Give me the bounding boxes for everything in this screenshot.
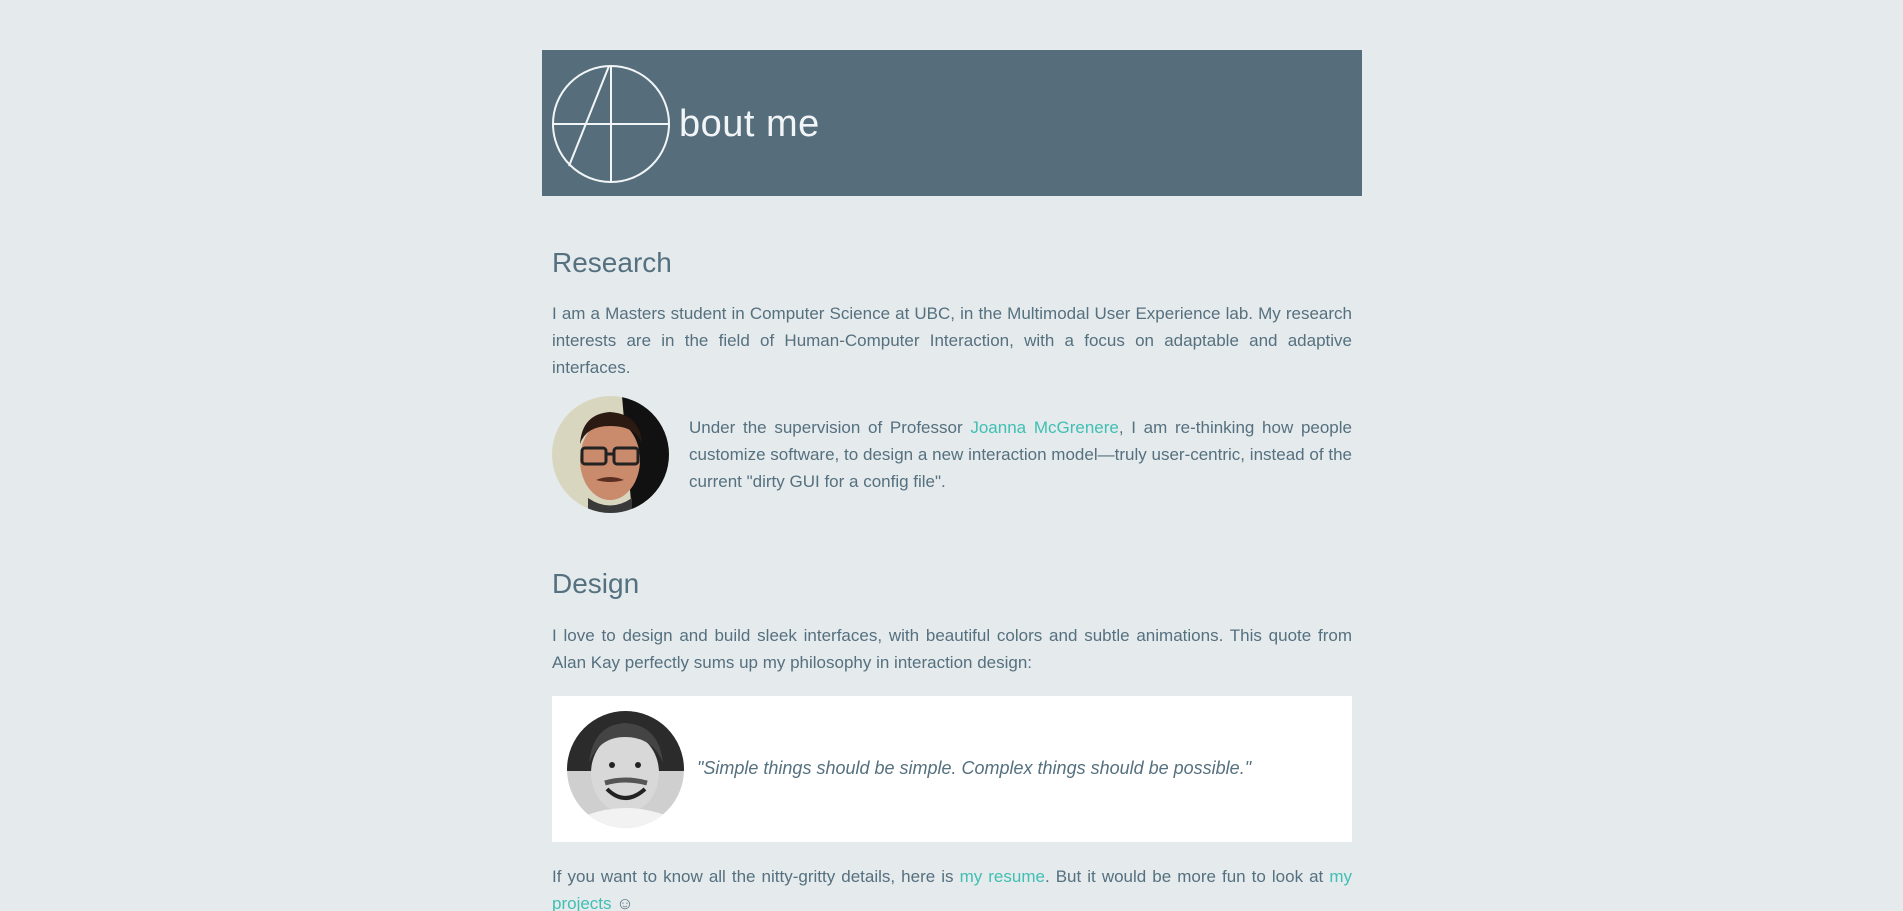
- alan-kay-avatar: [567, 711, 684, 828]
- quote-box: "Simple things should be simple. Complex…: [552, 696, 1352, 842]
- supervision-prefix: Under the supervision of Professor: [689, 418, 971, 437]
- circle-a-logo-icon: [552, 65, 670, 183]
- resume-link[interactable]: my resume: [960, 867, 1045, 886]
- page-title: bout me: [679, 103, 820, 145]
- research-heading: Research: [552, 247, 672, 278]
- design-closing: If you want to know all the nitty-gritty…: [552, 863, 1352, 911]
- closing-suffix: ☺: [611, 894, 634, 911]
- closing-middle: . But it would be more fun to look at: [1044, 867, 1330, 886]
- alan-kay-quote: "Simple things should be simple. Complex…: [697, 758, 1252, 778]
- author-avatar: [552, 396, 669, 513]
- page-header: bout me: [542, 50, 1362, 196]
- research-intro: I am a Masters student in Computer Scien…: [552, 304, 1352, 377]
- design-intro: I love to design and build sleek interfa…: [552, 626, 1352, 672]
- design-heading: Design: [552, 568, 640, 599]
- research-supervision: Under the supervision of Professor Joann…: [689, 414, 1352, 495]
- supervisor-link[interactable]: Joanna McGrenere: [970, 418, 1119, 437]
- closing-prefix: If you want to know all the nitty-gritty…: [552, 867, 960, 886]
